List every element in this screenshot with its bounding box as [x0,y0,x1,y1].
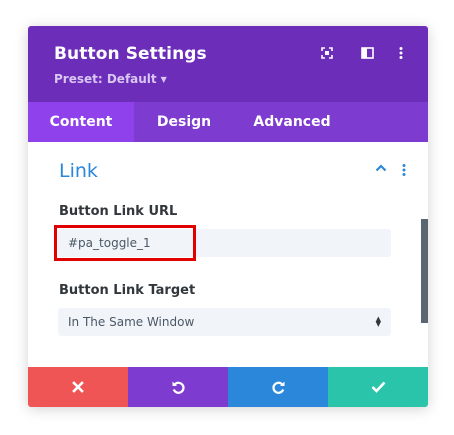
modal-header: Button Settings Preset: Default ▼ [28,26,428,102]
tab-content[interactable]: Content [28,102,134,142]
modal-title: Button Settings [54,44,207,64]
section-title: Link [59,160,98,182]
button-settings-modal: Button Settings Preset: Default ▼ Conten… [28,26,428,407]
button-link-url-label: Button Link URL [59,204,178,219]
close-icon [72,381,84,393]
check-icon [371,381,385,393]
undo-button[interactable] [128,367,228,407]
section-more-icon[interactable] [402,164,406,176]
button-link-url-input[interactable]: #pa_toggle_1 [58,229,391,257]
sidebar-icon[interactable] [360,46,374,60]
redo-icon [271,381,284,394]
save-button[interactable] [328,367,428,407]
button-link-target-select[interactable]: In The Same Window ▲ ▼ [58,308,391,336]
more-vertical-icon[interactable] [394,46,408,60]
expand-icon[interactable] [320,46,334,60]
modal-footer [28,367,428,407]
scrollbar[interactable] [421,219,428,323]
tab-advanced[interactable]: Advanced [234,102,350,142]
settings-tabs: Content Design Advanced [28,102,428,142]
cancel-button[interactable] [28,367,128,407]
preset-dropdown[interactable]: Preset: Default ▼ [54,72,167,86]
undo-icon [172,381,185,394]
redo-button[interactable] [228,367,328,407]
select-arrows-icon: ▲ ▼ [375,315,381,328]
button-link-url-value: #pa_toggle_1 [68,236,151,250]
button-link-target-value: In The Same Window [68,315,195,329]
preset-label: Preset: Default [54,72,157,86]
chevron-up-icon[interactable] [375,164,387,172]
button-link-target-label: Button Link Target [59,283,196,298]
settings-content: Link Button Link URL #pa_toggle_1 Button… [28,142,428,367]
tab-design[interactable]: Design [134,102,234,142]
caret-down-icon: ▼ [160,75,167,84]
